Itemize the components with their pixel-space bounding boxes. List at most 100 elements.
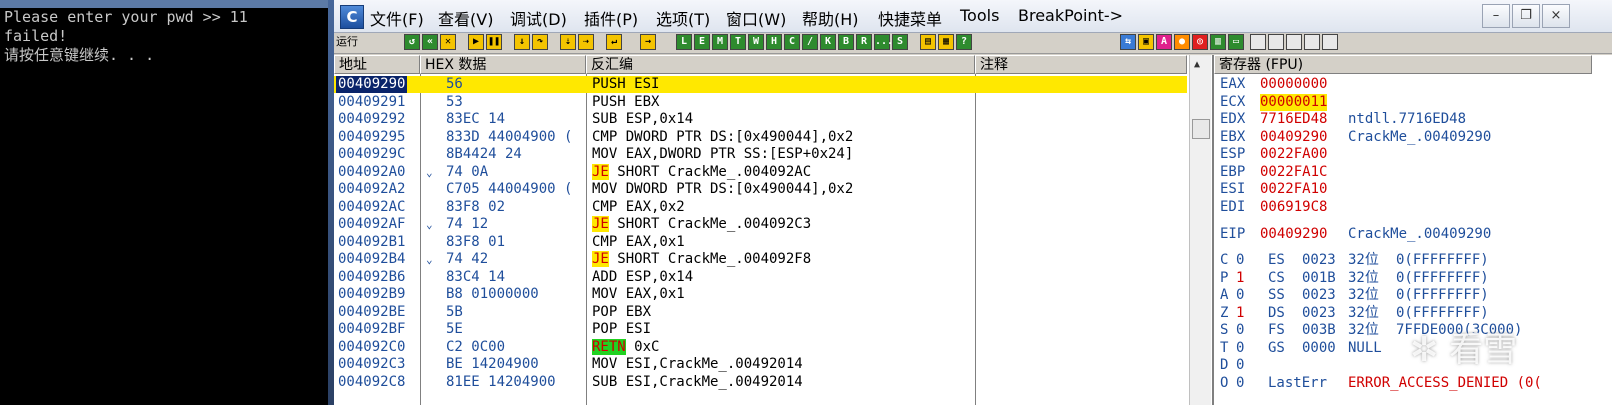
disasm-hex: B8 01000000 xyxy=(446,286,539,302)
console-line: Please enter your pwd >> 11 xyxy=(4,8,248,26)
toolbar-letter-button[interactable]: S xyxy=(892,34,908,50)
run-icon[interactable]: ▶ xyxy=(468,34,484,50)
menu-shortcuts[interactable]: 快捷菜单 xyxy=(878,6,942,30)
toolbar-letter-button[interactable]: / xyxy=(802,34,818,50)
flag-value: 1 xyxy=(1236,269,1245,286)
disasm-row[interactable]: 004092A2 C705 44004900 (MOV DWORD PTR DS:… xyxy=(334,181,1187,198)
disasm-row[interactable]: 004092AC 83F8 02 CMP EAX,0x2 xyxy=(334,199,1187,216)
disasm-row[interactable]: 004092C3 BE 14204900 MOV ESI,CrackMe_.0049… xyxy=(334,356,1187,373)
plugin-screen-icon[interactable]: ▭ xyxy=(1228,34,1244,50)
disasm-row[interactable]: 00409292 83EC 14 SUB ESP,0x14 xyxy=(334,111,1187,128)
toolbar-letter-button[interactable]: M xyxy=(712,34,728,50)
disasm-row[interactable]: 004092A0 ⌄ 74 0A JE SHORT CrackMe_.004092AC xyxy=(334,163,1187,181)
disassembly-pane[interactable]: 地址 HEX 数据 反汇编 注释 00409290 56 PUSH ESI 00409… xyxy=(334,55,1212,405)
trace-into-icon[interactable]: ⇣ xyxy=(560,34,576,50)
blank-tool-icon[interactable] xyxy=(1286,34,1302,50)
close-button[interactable]: × xyxy=(1542,4,1570,28)
plugin-refresh-icon[interactable]: ⇆ xyxy=(1120,34,1136,50)
toolbar-letter-button[interactable]: T xyxy=(730,34,746,50)
menu-view[interactable]: 查看(V) xyxy=(438,6,493,30)
menu-plugins[interactable]: 插件(P) xyxy=(584,6,638,30)
plugin-target-icon[interactable]: ◎ xyxy=(1192,34,1208,50)
flag-name: O xyxy=(1220,374,1229,391)
menu-window[interactable]: 窗口(W) xyxy=(726,6,786,30)
disasm-row[interactable]: 004092BF 5E POP ESI xyxy=(334,321,1187,338)
disasm-hex: C2 0C00 xyxy=(446,338,506,355)
disasm-row[interactable]: 00409295 833D 44004900 (CMP DWORD PTR DS:… xyxy=(334,129,1187,146)
column-header-disasm[interactable]: 反汇编 xyxy=(586,55,975,74)
goto-icon[interactable]: → xyxy=(640,34,656,50)
blank-tool-icon[interactable] xyxy=(1250,34,1266,50)
column-header-hex[interactable]: HEX 数据 xyxy=(420,55,586,74)
registers-header[interactable]: 寄存器 (FPU) xyxy=(1214,55,1592,74)
toolbar-letter-button[interactable]: E xyxy=(694,34,710,50)
disasm-instruction: POP EBX xyxy=(592,304,651,321)
disasm-instruction: PUSH EBX xyxy=(592,94,659,111)
toolbar-letter-button[interactable]: H xyxy=(766,34,782,50)
menu-breakpoint[interactable]: BreakPoint-> xyxy=(1018,6,1123,25)
menu-tools[interactable]: Tools xyxy=(960,6,999,25)
pause-icon[interactable]: ❚❚ xyxy=(486,34,502,50)
segment-bits: NULL xyxy=(1348,339,1382,356)
column-header-address[interactable]: 地址 xyxy=(334,55,420,74)
toolbar-letter-button[interactable]: R xyxy=(856,34,872,50)
disasm-operands: MOV EAX,0x1 xyxy=(592,286,685,302)
run-status: 运行 xyxy=(336,34,398,50)
disasm-operands: SHORT CrackMe_.004092AC xyxy=(608,163,812,180)
scroll-up-icon[interactable]: ▲ xyxy=(1194,59,1200,70)
register-name: ESI xyxy=(1220,181,1246,197)
toolbar-letter-button[interactable]: W xyxy=(748,34,764,50)
blank-tool-icon[interactable] xyxy=(1322,34,1338,50)
toolbar-letter-button[interactable]: L xyxy=(676,34,692,50)
rewind-icon[interactable]: « xyxy=(422,34,438,50)
menu-file[interactable]: 文件(F) xyxy=(370,6,424,30)
toolbar-letter-button[interactable]: ... xyxy=(874,34,893,50)
step-over-icon[interactable]: ↷ xyxy=(532,34,548,50)
disasm-scrollbar[interactable]: ▲ xyxy=(1189,55,1211,405)
plugin-a-icon[interactable]: A xyxy=(1156,34,1172,50)
disasm-row[interactable]: 00409291 53 PUSH EBX xyxy=(334,94,1187,111)
disasm-row[interactable]: 004092BE 5B POP EBX xyxy=(334,304,1187,321)
blank-tool-icon[interactable] xyxy=(1268,34,1284,50)
options-icon[interactable]: ▤ xyxy=(920,34,936,50)
disasm-address: 004092B1 xyxy=(338,233,406,250)
windows-icon[interactable]: ▦ xyxy=(938,34,954,50)
plugin-icon[interactable]: ▣ xyxy=(1138,34,1154,50)
menu-help[interactable]: 帮助(H) xyxy=(802,6,859,30)
column-header-comment[interactable]: 注释 xyxy=(975,55,1187,74)
disasm-row[interactable]: 004092B4 ⌄ 74 42 JE SHORT CrackMe_.004092F8 xyxy=(334,251,1187,268)
plugin-grid-icon[interactable]: ▥ xyxy=(1210,34,1226,50)
disasm-row[interactable]: 004092C0 C2 0C00 RETN 0xC xyxy=(334,338,1187,356)
step-into-icon[interactable]: ↓ xyxy=(514,34,530,50)
menu-debug[interactable]: 调试(D) xyxy=(510,6,567,30)
blank-tool-icon[interactable] xyxy=(1304,34,1320,50)
toolbar-letter-button[interactable]: B xyxy=(838,34,854,50)
disasm-hex: 56 xyxy=(446,76,463,92)
disasm-row[interactable]: 0040929C 8B4424 24 MOV EAX,DWORD PTR SS:[E… xyxy=(334,146,1187,163)
disasm-row[interactable]: 004092B6 83C4 14 ADD ESP,0x14 xyxy=(334,269,1187,286)
disasm-hex: 833D 44004900 ( xyxy=(446,128,573,145)
jump-arrow-icon: ⌄ xyxy=(426,218,433,231)
disasm-row[interactable]: 004092B9 B8 01000000 MOV EAX,0x1 xyxy=(334,286,1187,303)
disasm-row[interactable]: 00409290 56 PUSH ESI xyxy=(334,76,1187,93)
restore-button[interactable]: ❐ xyxy=(1512,4,1540,28)
disasm-row[interactable]: 004092AF ⌄ 74 12 JE SHORT CrackMe_.004092C3 xyxy=(334,216,1187,233)
help-icon[interactable]: ? xyxy=(956,34,972,50)
disasm-row[interactable]: 004092B1 83F8 01 CMP EAX,0x1 xyxy=(334,234,1187,251)
plugin-record-icon[interactable]: ● xyxy=(1174,34,1190,50)
scroll-thumb[interactable] xyxy=(1192,119,1210,139)
trace-over-icon[interactable]: ⇢ xyxy=(578,34,594,50)
disasm-row[interactable]: 004092C8 81EE 14204900 SUB ESI,CrackMe_.00… xyxy=(334,374,1187,391)
menu-options[interactable]: 选项(T) xyxy=(656,6,710,30)
restart-icon[interactable]: ↺ xyxy=(404,34,420,50)
app-icon[interactable]: C xyxy=(340,5,364,29)
toolbar-letter-button[interactable]: K xyxy=(820,34,836,50)
toolbar-letter-button[interactable]: C xyxy=(784,34,800,50)
minimize-button[interactable]: – xyxy=(1482,4,1510,28)
disasm-hex: BE 14204900 xyxy=(446,356,539,372)
close-program-icon[interactable]: ✕ xyxy=(440,34,456,50)
execute-till-return-icon[interactable]: ↵ xyxy=(606,34,622,50)
disasm-instruction: RETN 0xC xyxy=(592,338,659,356)
disasm-instruction: CMP EAX,0x1 xyxy=(592,234,685,251)
disasm-hex: 83F8 01 xyxy=(446,233,506,250)
